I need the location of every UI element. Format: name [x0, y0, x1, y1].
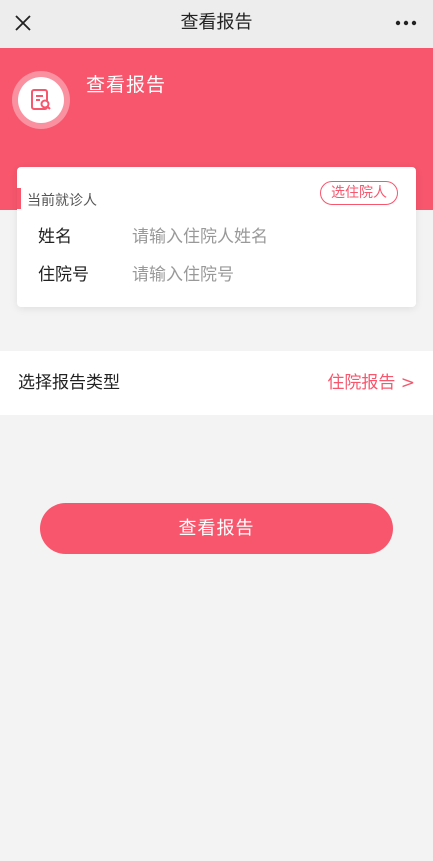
- more-icon: [395, 20, 417, 26]
- card-accent-bar: [17, 188, 21, 209]
- report-search-icon: [31, 89, 51, 110]
- select-inpatient-button[interactable]: 选住院人: [320, 181, 398, 205]
- patient-card: 当前就诊人 选住院人 姓名 住院号: [17, 167, 416, 307]
- admission-number-label: 住院号: [38, 265, 89, 285]
- hero-title: 查看报告: [86, 74, 167, 96]
- report-type-selector[interactable]: 选择报告类型 住院报告 >: [0, 351, 433, 415]
- name-field-row: 姓名: [38, 224, 398, 250]
- current-patient-label: 当前就诊人: [27, 193, 97, 209]
- more-button[interactable]: [393, 10, 419, 36]
- top-navigation-bar: 查看报告: [0, 0, 433, 48]
- report-type-value[interactable]: 住院报告 >: [327, 351, 415, 415]
- admission-number-field-row: 住院号: [38, 262, 398, 288]
- name-input[interactable]: [132, 224, 392, 250]
- view-report-button[interactable]: 查看报告: [40, 503, 393, 554]
- report-type-label: 选择报告类型: [18, 373, 120, 393]
- admission-number-input[interactable]: [132, 262, 392, 288]
- page-title: 查看报告: [180, 12, 253, 33]
- hero-avatar: [12, 71, 70, 129]
- name-label: 姓名: [38, 227, 72, 247]
